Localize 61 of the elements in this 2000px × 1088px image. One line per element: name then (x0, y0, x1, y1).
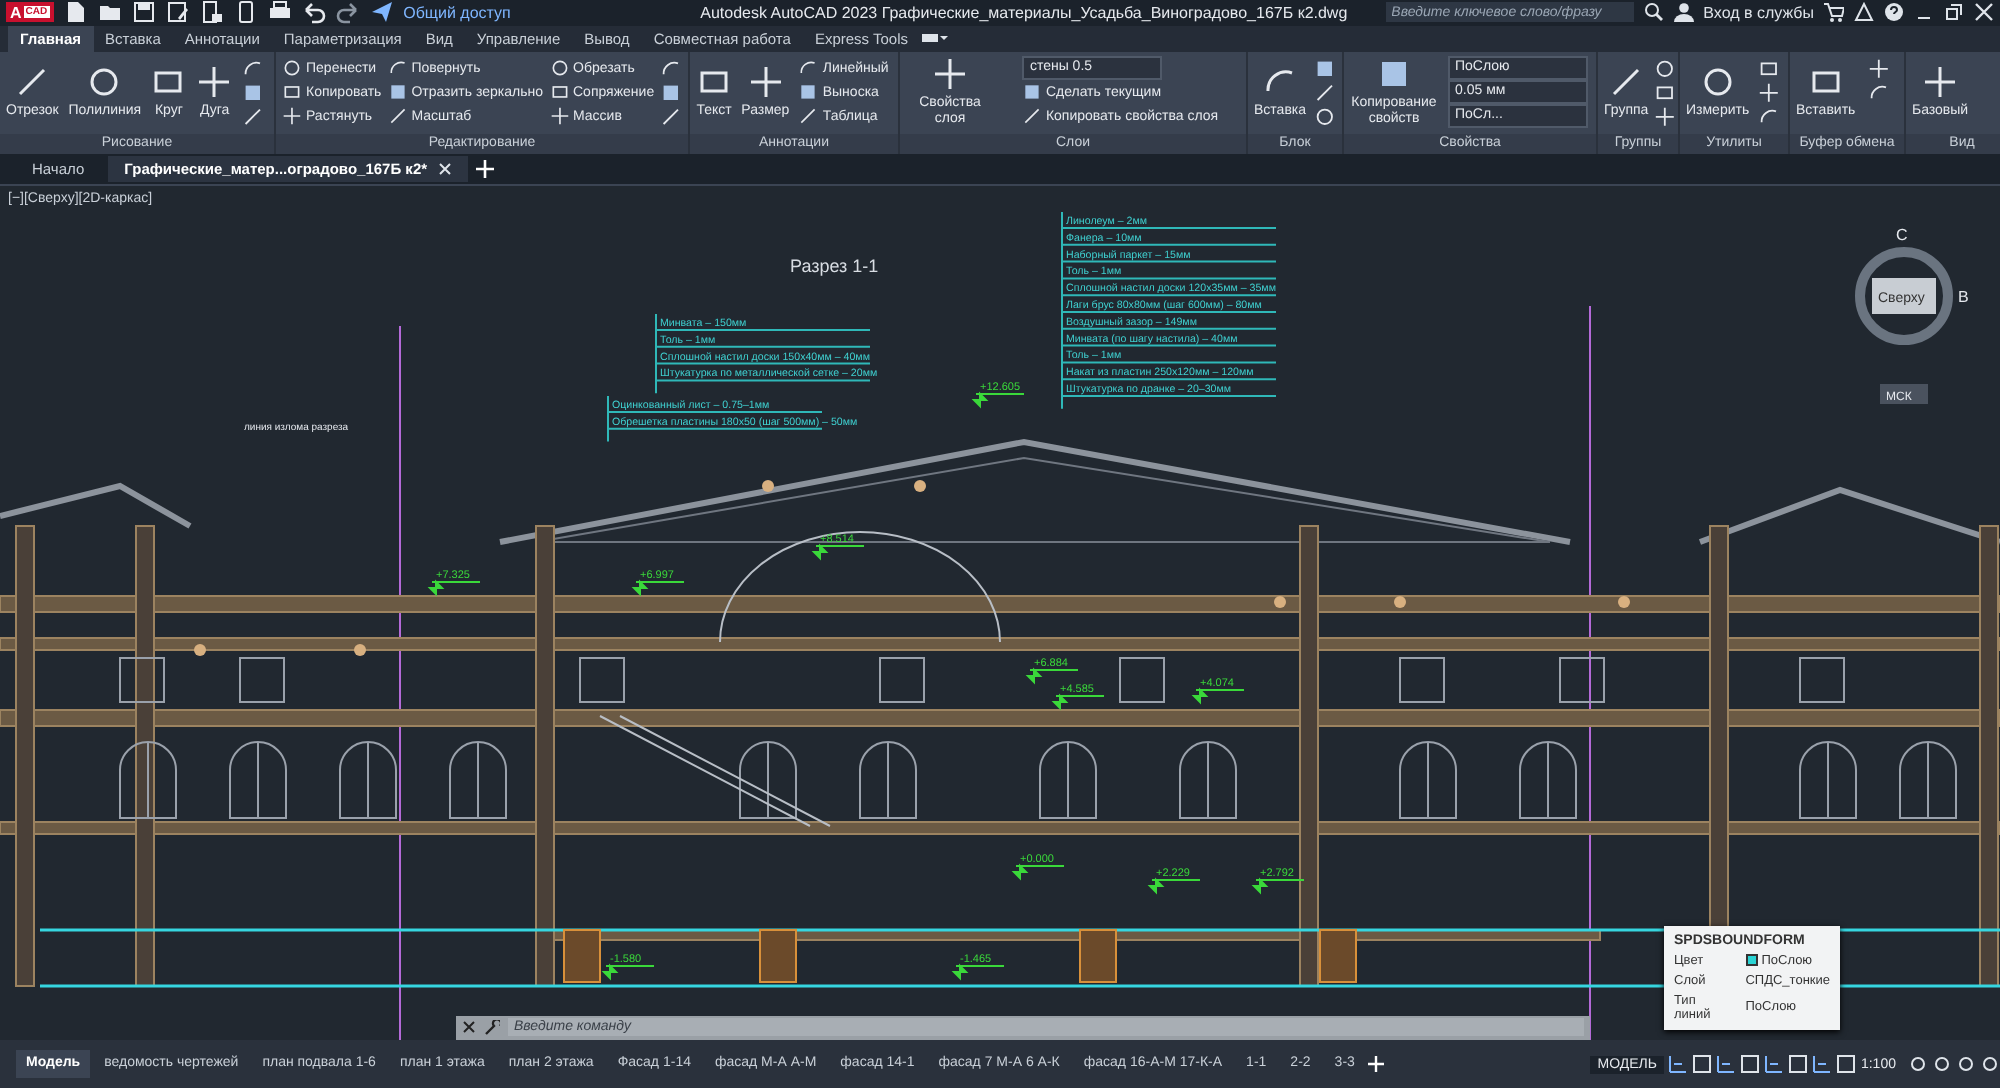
document-icon[interactable] (199, 0, 224, 25)
tool-icon[interactable] (1757, 105, 1780, 128)
tool-icon (1021, 106, 1042, 127)
close-icon[interactable] (462, 1020, 476, 1035)
tool-icon (798, 58, 819, 79)
tool-icon (1608, 64, 1645, 101)
compass-ring[interactable] (1855, 246, 1953, 345)
tool-icon[interactable] (242, 105, 265, 128)
tool-icon[interactable] (660, 81, 683, 104)
compass-label[interactable]: В (1958, 287, 1969, 306)
share-link[interactable]: Общий доступ (403, 3, 511, 22)
tool-icon (282, 58, 302, 79)
tool-icon (747, 64, 784, 101)
window-title: Autodesk AutoCAD 2023 Графические_материалы_Усадьба_Виноградово_167Б к2.dwg (700, 3, 1348, 22)
tool-icon (282, 106, 302, 127)
tool-icon[interactable] (1654, 57, 1677, 80)
tool-icon (798, 106, 819, 127)
tool-icon (86, 64, 123, 101)
tool-icon[interactable] (1757, 57, 1780, 80)
tool-icon[interactable] (1654, 105, 1677, 128)
tool-icon (387, 106, 408, 127)
tool-icon[interactable] (1654, 81, 1677, 104)
tool-icon[interactable] (242, 57, 265, 80)
save-as-icon[interactable] (165, 0, 190, 25)
tool-icon (549, 58, 569, 79)
tool-icon (387, 58, 408, 79)
compass-label[interactable]: С (1896, 225, 1908, 244)
tool-icon[interactable] (1868, 57, 1891, 80)
tool-icon[interactable] (1313, 81, 1336, 104)
tool-icon (14, 64, 51, 101)
tool-icon (549, 106, 569, 127)
redo-icon[interactable] (335, 0, 360, 25)
tool-icon[interactable] (1757, 81, 1780, 104)
save-icon[interactable] (131, 0, 156, 25)
tool-icon[interactable] (660, 57, 683, 80)
tool-icon (1699, 64, 1736, 101)
tool-icon (387, 82, 408, 103)
tool-icon[interactable] (242, 81, 265, 104)
undo-icon[interactable] (301, 0, 326, 25)
tool-icon (549, 82, 569, 103)
tool-icon[interactable] (660, 105, 683, 128)
color-swatch-icon (1745, 954, 1758, 967)
tool-icon (1021, 82, 1042, 103)
panel-toggle-icon[interactable] (920, 30, 948, 47)
tool-icon (196, 64, 233, 101)
tool-icon (1922, 64, 1959, 101)
sign-in-button[interactable]: Вход в службы (1703, 3, 1814, 22)
cart-icon[interactable] (1824, 2, 1844, 23)
tool-icon (282, 82, 302, 103)
user-icon[interactable] (1673, 2, 1694, 23)
phone-icon[interactable] (233, 0, 258, 25)
tool-icon[interactable] (1313, 105, 1336, 128)
tool-icon[interactable] (1868, 81, 1891, 104)
search-icon[interactable] (1643, 2, 1664, 23)
tool-icon[interactable] (1313, 57, 1336, 80)
wrench-icon[interactable] (484, 1019, 500, 1036)
help-icon[interactable] (1884, 2, 1904, 23)
section-title: Разрез 1-1 (790, 255, 879, 276)
tool-icon (932, 56, 968, 93)
restore-icon[interactable] (1944, 2, 1964, 23)
tool-icon (798, 82, 819, 103)
